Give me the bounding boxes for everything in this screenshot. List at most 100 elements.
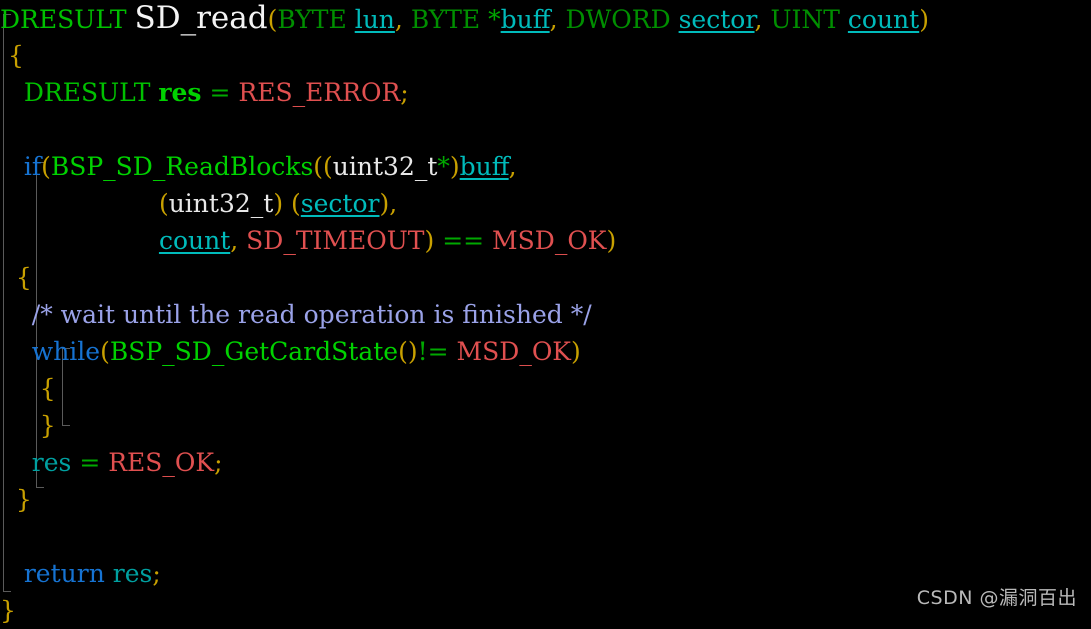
code-token: ==: [442, 226, 485, 255]
code-editor-canvas[interactable]: DRESULT SD_read(BYTE lun, BYTE *buff, DW…: [0, 0, 1091, 625]
code-token: sector: [678, 5, 755, 34]
code-text-area[interactable]: DRESULT SD_read(BYTE lun, BYTE *buff, DW…: [0, 0, 1091, 629]
code-token: ): [449, 152, 460, 181]
code-token: ,: [230, 226, 239, 255]
code-line[interactable]: while(BSP_SD_GetCardState()!= MSD_OK): [0, 333, 1091, 370]
code-token: (: [158, 189, 169, 218]
code-token: ): [424, 226, 435, 255]
code-token: BYTE: [277, 5, 347, 34]
code-line[interactable]: [0, 111, 1091, 148]
code-token: MSD_OK: [456, 337, 571, 366]
code-token: }: [39, 411, 56, 440]
code-token: }: [15, 485, 32, 514]
code-token: count: [158, 226, 231, 255]
code-token: !=: [417, 337, 449, 366]
code-token: RES_OK: [108, 448, 215, 477]
code-token: {: [39, 374, 56, 403]
code-line[interactable]: }: [0, 407, 1091, 444]
code-token: BSP_SD_ReadBlocks: [50, 152, 314, 181]
code-line[interactable]: res = RES_OK;: [0, 444, 1091, 481]
code-token: ;: [152, 559, 161, 588]
code-line[interactable]: DRESULT SD_read(BYTE lun, BYTE *buff, DW…: [0, 0, 1091, 37]
code-token: DRESULT: [23, 78, 151, 107]
code-line[interactable]: {: [0, 37, 1091, 74]
code-token: (: [267, 5, 278, 34]
code-token: if: [23, 152, 42, 181]
code-token: count: [847, 5, 920, 34]
code-line[interactable]: }: [0, 481, 1091, 518]
code-line[interactable]: count, SD_TIMEOUT) == MSD_OK): [0, 222, 1091, 259]
code-token: uint32_t: [168, 189, 274, 218]
code-token: ;: [400, 78, 409, 107]
code-token: BYTE: [410, 5, 481, 34]
code-token: res: [112, 559, 153, 588]
code-token: ,: [394, 5, 403, 34]
code-token: SD_read: [134, 0, 268, 36]
code-token: return: [23, 559, 105, 588]
code-line[interactable]: {: [0, 259, 1091, 296]
code-token: ): [379, 189, 390, 218]
code-token: DRESULT: [0, 5, 127, 34]
code-token: DWORD: [565, 5, 671, 34]
code-token: res: [158, 78, 202, 107]
code-token: =: [209, 78, 231, 107]
code-line[interactable]: [0, 518, 1091, 555]
code-token: sector: [300, 189, 380, 218]
code-token: /* wait until the read operation is fini…: [31, 300, 592, 329]
code-token: SD_TIMEOUT: [246, 226, 425, 255]
code-token: *: [488, 5, 501, 34]
code-token: =: [79, 448, 101, 477]
code-token: ,: [508, 152, 517, 181]
code-line[interactable]: (uint32_t) (sector),: [0, 185, 1091, 222]
code-token: ,: [389, 189, 398, 218]
code-token: {: [15, 263, 32, 292]
code-token: MSD_OK: [492, 226, 607, 255]
code-token: while: [31, 337, 101, 366]
code-token: UINT: [770, 5, 840, 34]
code-line[interactable]: {: [0, 370, 1091, 407]
code-token: (: [41, 152, 51, 181]
code-token: RES_ERROR: [238, 78, 401, 107]
code-line[interactable]: if(BSP_SD_ReadBlocks((uint32_t*)buff,: [0, 148, 1091, 185]
code-token: ,: [549, 5, 558, 34]
code-token: (: [291, 189, 301, 218]
code-token: ): [571, 337, 581, 366]
code-token: }: [0, 596, 16, 625]
code-line[interactable]: DRESULT res = RES_ERROR;: [0, 74, 1091, 111]
code-token: ): [273, 189, 284, 218]
code-token: ;: [214, 448, 223, 477]
code-line[interactable]: /* wait until the read operation is fini…: [0, 296, 1091, 333]
code-token: {: [7, 41, 24, 70]
code-token: ): [919, 5, 929, 34]
code-token: lun: [354, 5, 395, 34]
code-token: uint32_t: [332, 152, 438, 181]
code-token: *: [437, 152, 450, 181]
code-token: (): [398, 337, 418, 366]
code-token: res: [31, 448, 72, 477]
code-token: ((: [313, 152, 333, 181]
code-token: buff: [500, 5, 550, 34]
